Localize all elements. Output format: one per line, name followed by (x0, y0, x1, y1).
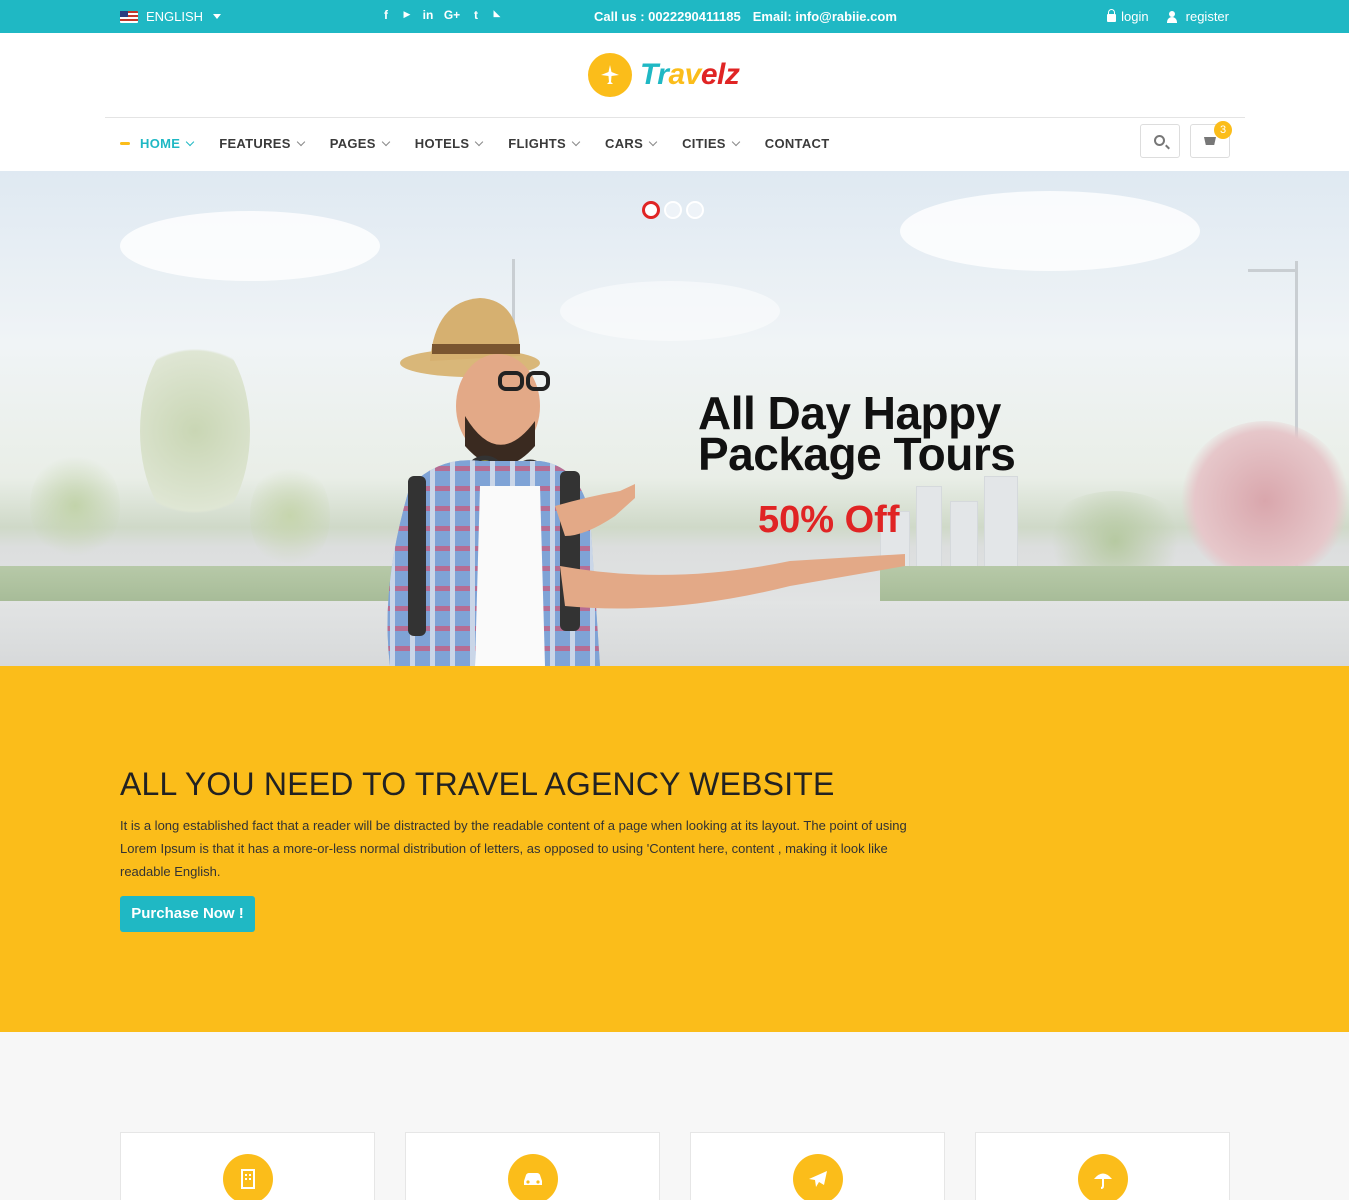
nav-item-flights[interactable]: FLIGHTS (508, 136, 581, 151)
features-section (0, 1032, 1349, 1200)
car-icon (508, 1154, 558, 1200)
lock-icon (1107, 9, 1117, 22)
hero-title-line: Package Tours (698, 428, 1016, 480)
nav-label: CITIES (682, 136, 726, 151)
chevron-down-icon (571, 137, 581, 146)
nav-item-features[interactable]: FEATURES (219, 136, 305, 151)
cart-count-badge: 3 (1214, 121, 1232, 139)
login-link[interactable]: login (1107, 9, 1149, 24)
youtube-icon[interactable]: ▶ (401, 9, 413, 22)
airplane-icon (793, 1154, 843, 1200)
nav-item-home[interactable]: HOME (120, 136, 195, 151)
nav-label: PAGES (329, 136, 376, 151)
nav-item-contact[interactable]: CONTACT (765, 136, 830, 151)
hero-offer: 50% Off (758, 499, 900, 541)
chevron-down-icon (381, 137, 391, 146)
slider-pagination (642, 201, 704, 219)
slider-dot[interactable] (642, 201, 660, 219)
language-label: ENGLISH (146, 9, 204, 24)
register-label: register (1185, 9, 1229, 24)
logo-text-part: Tr (640, 58, 669, 91)
language-selector[interactable]: ENGLISH (120, 9, 222, 24)
register-link[interactable]: register (1166, 9, 1229, 24)
promo-heading: ALL YOU NEED TO TRAVEL AGENCY WEBSITE (120, 766, 835, 802)
caret-down-icon (213, 14, 222, 19)
logo-text-part: av (668, 58, 701, 91)
promo-section: ALL YOU NEED TO TRAVEL AGENCY WEBSITE It… (0, 666, 1349, 1032)
twitter-icon[interactable]: t (470, 8, 482, 22)
auth-links: login register (1107, 9, 1229, 24)
nav-label: FLIGHTS (508, 136, 567, 151)
tree (140, 331, 250, 531)
phone-number: Call us : 0022290411185 (594, 9, 741, 24)
cloud (900, 191, 1200, 271)
feature-card-holidays[interactable] (975, 1132, 1230, 1200)
slider-dot[interactable] (686, 201, 704, 219)
nav-label: FEATURES (219, 136, 291, 151)
chevron-down-icon (185, 137, 195, 146)
nav-item-hotels[interactable]: HOTELS (414, 136, 484, 151)
hedge (0, 566, 420, 604)
nav-item-cars[interactable]: CARS (605, 136, 658, 151)
chevron-down-icon (731, 137, 741, 146)
email-address[interactable]: Email: info@rabiie.com (753, 9, 897, 24)
tree (1180, 421, 1349, 581)
us-flag-icon (120, 10, 138, 23)
header-divider (105, 117, 1245, 118)
feature-card-hotels[interactable] (120, 1132, 375, 1200)
login-label: login (1121, 9, 1149, 24)
search-button[interactable] (1140, 124, 1180, 158)
nav-item-cities[interactable]: CITIES (682, 136, 741, 151)
site-logo[interactable]: Travelz (588, 53, 740, 97)
promo-text: It is a long established fact that a rea… (120, 818, 907, 879)
chevron-down-icon (648, 137, 658, 146)
tree (30, 451, 120, 561)
social-links: f ▶ in G+ t ◣ (380, 8, 503, 22)
hero-slider: All Day Happy Package Tours 50% Off (0, 171, 1349, 666)
facebook-icon[interactable]: f (380, 8, 392, 22)
rss-icon[interactable]: ◣ (491, 8, 503, 22)
active-indicator (120, 142, 130, 145)
user-plus-icon (1166, 10, 1181, 23)
search-icon (1154, 135, 1165, 146)
main-nav: HOME FEATURES PAGES HOTELS FLIGHTS CARS … (120, 136, 855, 151)
contact-info: Call us : 0022290411185 Email: info@rabi… (594, 9, 897, 24)
umbrella-icon (1078, 1154, 1128, 1200)
nav-label: CARS (605, 136, 644, 151)
slider-dot[interactable] (664, 201, 682, 219)
cloud (120, 211, 380, 281)
hero-title: All Day Happy Package Tours (698, 390, 1016, 480)
tree (250, 461, 330, 571)
street-lamp (1248, 269, 1298, 272)
purchase-now-button[interactable]: Purchase Now ! (120, 896, 255, 932)
nav-label: HOTELS (414, 136, 470, 151)
airplane-logo-icon (588, 53, 632, 97)
top-bar: ENGLISH f ▶ in G+ t ◣ Call us : 00222904… (0, 0, 1349, 33)
feature-card-cars[interactable] (405, 1132, 660, 1200)
feature-card-flights[interactable] (690, 1132, 945, 1200)
nav-item-pages[interactable]: PAGES (329, 136, 391, 151)
site-header: Travelz HOME FEATURES PAGES HOTELS FLIGH… (0, 33, 1349, 171)
logo-text-part: elz (700, 58, 740, 91)
hedge (880, 566, 1349, 604)
cart-icon (1204, 137, 1216, 145)
nav-label: HOME (140, 136, 181, 151)
nav-label: CONTACT (764, 136, 830, 151)
logo-wordmark: Travelz (640, 58, 740, 92)
chevron-down-icon (475, 137, 484, 146)
linkedin-icon[interactable]: in (422, 8, 434, 22)
chevron-down-icon (296, 137, 305, 146)
google-plus-icon[interactable]: G+ (443, 8, 461, 22)
building-icon (223, 1154, 273, 1200)
